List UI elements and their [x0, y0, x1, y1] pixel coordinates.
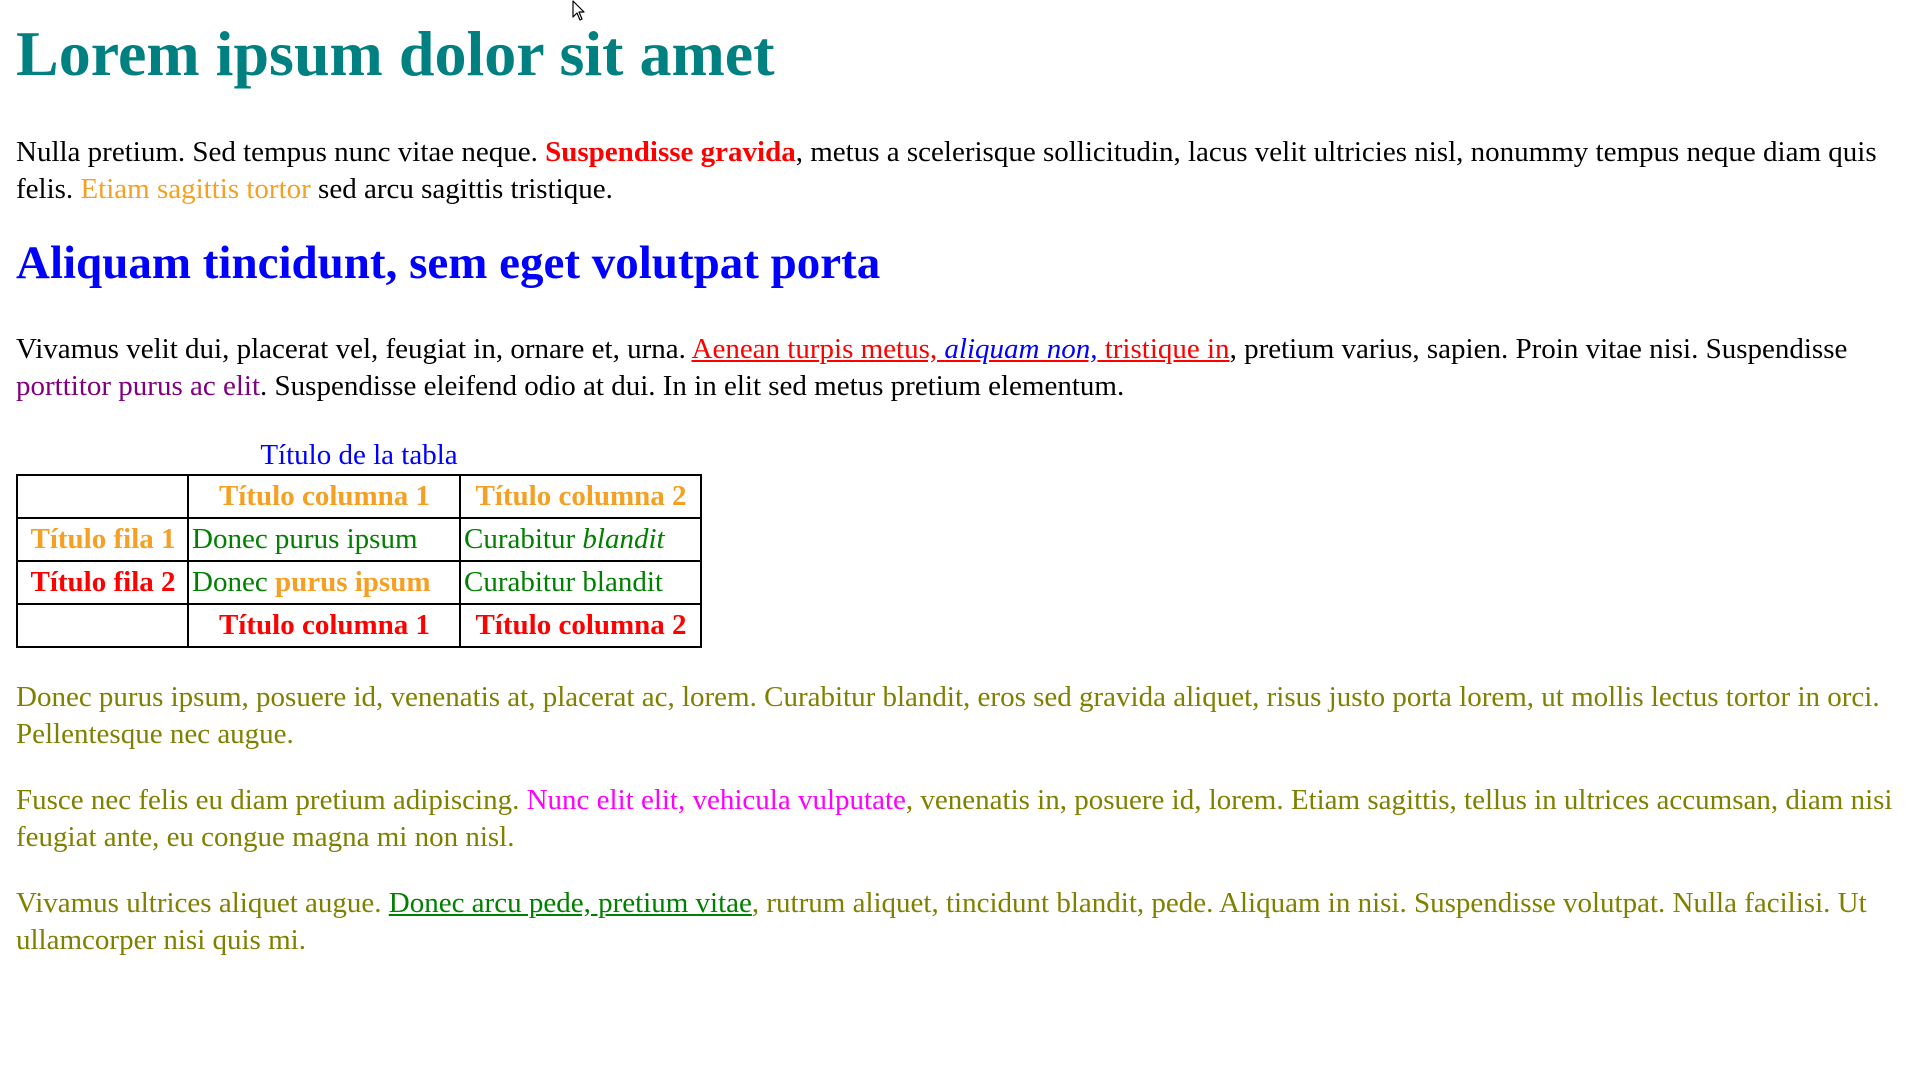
olive-paragraph-1: Donec purus ipsum, posuere id, venenatis…	[16, 681, 1880, 750]
table-row1-cell2-plain: Curabitur	[464, 523, 583, 555]
table-header-col1: Título columna 1	[187, 474, 461, 519]
page-title: Lorem ipsum dolor sit amet	[16, 18, 775, 89]
table-row2-cell2: Curabitur blandit	[459, 560, 702, 605]
magenta-text: Nunc elit elit, vehicula vulputate	[526, 784, 906, 816]
intro-text-1: Nulla pretium. Sed tempus nunc vitae neq…	[16, 136, 546, 168]
table-row1-cell2-italic: blandit	[582, 523, 665, 555]
table-row1-header: Título fila 1	[16, 517, 189, 562]
table-footer-corner	[16, 603, 189, 648]
olive-3-text-1: Vivamus ultrices aliquet augue.	[16, 887, 389, 919]
table-row2-header: Título fila 2	[16, 560, 189, 605]
section-paragraph: Vivamus velit dui, placerat vel, feugiat…	[16, 331, 1916, 405]
table-row: Título fila 1 Donec purus ipsum Curabitu…	[16, 517, 702, 562]
table-footer-row: Título columna 1 Título columna 2	[16, 603, 702, 648]
donec-arcu-link[interactable]: Donec arcu pede, pretium vitae	[389, 887, 752, 919]
intro-bold-red: Suspendisse gravida	[545, 136, 796, 168]
section-text-1: Vivamus velit dui, placerat vel, feugiat…	[16, 333, 692, 365]
table-row2-cell1-bold: purus ipsum	[274, 566, 431, 598]
table-row1-cell1: Donec purus ipsum	[187, 517, 461, 562]
table-footer-col2: Título columna 2	[459, 603, 702, 648]
aenean-link-part-c: tristique in	[1097, 333, 1230, 365]
olive-paragraph-2: Fusce nec felis eu diam pretium adipisci…	[16, 782, 1916, 856]
document-body: Lorem ipsum dolor sit amet Nulla pretium…	[16, 0, 1916, 959]
intro-orange-text: Etiam sagittis tortor	[80, 173, 311, 205]
aenean-link[interactable]: Aenean turpis metus, aliquam non, tristi…	[692, 333, 1230, 365]
table-footer-col1: Título columna 1	[187, 603, 461, 648]
table-row2-cell1: Donec purus ipsum	[187, 560, 461, 605]
table-header-corner	[16, 474, 189, 519]
table-row1-cell2: Curabitur blandit	[459, 517, 702, 562]
aenean-link-italic: aliquam non,	[944, 333, 1098, 365]
intro-text-3: sed arcu sagittis tristique.	[310, 173, 613, 205]
table-header-row: Título columna 1 Título columna 2	[16, 474, 702, 519]
section-heading: Aliquam tincidunt, sem eget volutpat por…	[16, 237, 881, 289]
aenean-link-part-a: Aenean turpis metus,	[691, 333, 945, 365]
data-table: Título de la tabla Título columna 1 Títu…	[16, 438, 702, 648]
table-caption: Título de la tabla	[260, 439, 458, 471]
table-row2-cell1-plain: Donec	[192, 566, 275, 598]
table-row: Título fila 2 Donec purus ipsum Curabitu…	[16, 560, 702, 605]
mouse-pointer-icon	[572, 0, 585, 21]
olive-paragraph-3: Vivamus ultrices aliquet augue. Donec ar…	[16, 885, 1916, 959]
purple-text: porttitor purus ac elit	[16, 370, 261, 402]
section-text-3: . Suspendisse eleifend odio at dui. In i…	[260, 370, 1125, 402]
table-header-col2: Título columna 2	[459, 474, 702, 519]
section-text-2: , pretium varius, sapien. Proin vitae ni…	[1229, 333, 1848, 365]
intro-paragraph: Nulla pretium. Sed tempus nunc vitae neq…	[16, 134, 1916, 208]
olive-2-text-1: Fusce nec felis eu diam pretium adipisci…	[16, 784, 527, 816]
